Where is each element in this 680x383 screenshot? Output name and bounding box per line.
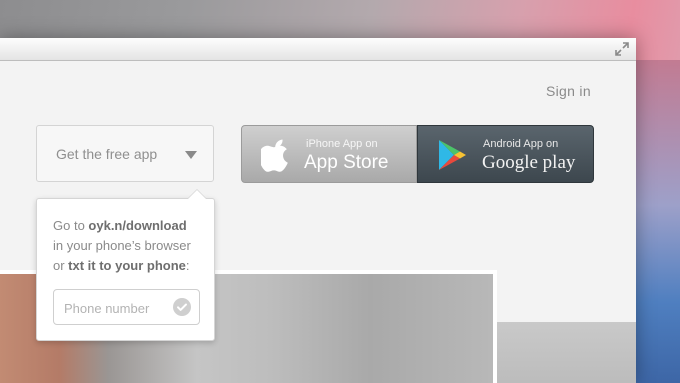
- apple-icon: [261, 139, 288, 172]
- popover-arrow-fill: [188, 190, 206, 199]
- get-app-label: Get the free app: [56, 146, 158, 162]
- txt-phone-label: txt it to your phone: [68, 258, 186, 273]
- instructions-colon: :: [185, 258, 190, 273]
- hero-image-side: [497, 322, 636, 383]
- download-url: oyk.n/download: [88, 218, 187, 233]
- app-store-big-label: App Store: [304, 152, 389, 173]
- download-instructions: Go to oyk.n/download in your phone’s bro…: [53, 216, 213, 276]
- instructions-or: or: [53, 258, 69, 273]
- instructions-browser: in your phone’s browser: [53, 238, 191, 253]
- google-play-small-label: Android App on: [483, 138, 559, 150]
- check-circle-icon[interactable]: [173, 298, 191, 316]
- expand-icon[interactable]: [614, 41, 630, 57]
- sign-in-link[interactable]: Sign in: [546, 83, 591, 99]
- app-store-button[interactable]: iPhone App on App Store: [241, 125, 417, 183]
- browser-window: Sign in Get the free app iPhone App on A…: [0, 38, 636, 383]
- window-titlebar: [0, 38, 636, 61]
- desktop-background: [636, 60, 680, 383]
- phone-number-field[interactable]: [53, 289, 200, 325]
- chevron-down-icon: [185, 151, 197, 159]
- instructions-prefix: Go to: [53, 218, 89, 233]
- app-store-small-label: iPhone App on: [306, 138, 378, 150]
- download-popover: Go to oyk.n/download in your phone’s bro…: [36, 189, 215, 341]
- phone-number-input[interactable]: [62, 298, 176, 318]
- google-play-icon: [439, 140, 466, 170]
- get-app-dropdown[interactable]: Get the free app: [36, 125, 214, 182]
- google-play-button[interactable]: Android App on Google play: [417, 125, 594, 183]
- google-play-big-label: Google play: [482, 152, 576, 173]
- store-buttons: iPhone App on App Store Android App on G…: [241, 125, 594, 183]
